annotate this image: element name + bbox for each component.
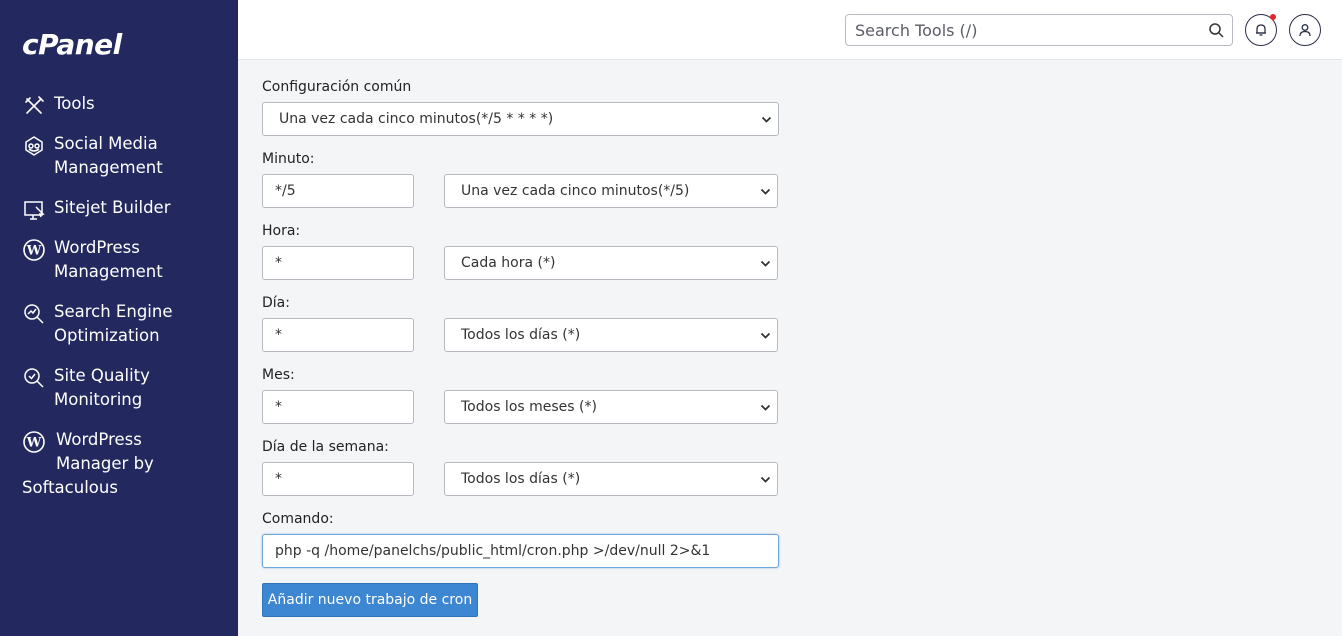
sitejet-icon: [24, 201, 45, 220]
sidebar-item-label: Site Quality: [54, 366, 150, 385]
wordpress-icon: W: [23, 239, 45, 261]
social-media-icon: [25, 136, 43, 156]
minute-label: Minuto:: [262, 151, 315, 167]
search-icon[interactable]: [1208, 22, 1224, 38]
sidebar-item-label: Optimization: [54, 326, 160, 345]
sidebar-item-wordpress-softaculous[interactable]: W WordPress Manager by Softaculous: [0, 428, 238, 500]
sidebar-item-label: Softaculous: [22, 478, 118, 497]
sidebar-item-label: Manager by: [56, 454, 154, 473]
sidebar-item-label: Tools: [54, 94, 95, 113]
sidebar-item-site-quality[interactable]: Site Quality Monitoring: [0, 364, 238, 412]
month-select[interactable]: Todos los meses (*): [444, 390, 778, 424]
common-settings-select[interactable]: Una vez cada cinco minutos(*/5 * * * *): [262, 102, 779, 136]
chevron-down-icon: [760, 404, 771, 411]
search-box: [845, 14, 1233, 46]
day-select[interactable]: Todos los días (*): [444, 318, 778, 352]
sidebar-item-sitejet[interactable]: Sitejet Builder: [0, 196, 238, 220]
weekday-input[interactable]: *: [262, 462, 414, 496]
svg-text:W: W: [26, 436, 42, 451]
day-input[interactable]: *: [262, 318, 414, 352]
weekday-select[interactable]: Todos los días (*): [444, 462, 778, 496]
chevron-down-icon: [761, 116, 772, 123]
svg-text:W: W: [26, 244, 42, 259]
sidebar-item-label: Search Engine: [54, 302, 173, 321]
chevron-down-icon: [760, 260, 771, 267]
hour-input[interactable]: *: [262, 246, 414, 280]
common-settings-label: Configuración común: [262, 79, 412, 95]
select-value: Todos los días (*): [461, 471, 581, 487]
sidebar-item-label: Monitoring: [54, 390, 143, 409]
chevron-down-icon: [760, 476, 771, 483]
notification-badge: [1270, 14, 1276, 20]
command-label: Comando:: [262, 511, 334, 527]
sidebar: cPanel Tools Social Media Management Sit…: [0, 0, 238, 636]
sidebar-item-label: Management: [54, 158, 163, 177]
select-value: Una vez cada cinco minutos(*/5 * * * *): [279, 111, 554, 127]
minute-input[interactable]: */5: [262, 174, 414, 208]
sidebar-item-label: Sitejet Builder: [54, 198, 171, 217]
user-icon: [1299, 24, 1311, 37]
weekday-label: Día de la semana:: [262, 439, 389, 455]
bell-icon: [1256, 24, 1266, 36]
cpanel-logo[interactable]: cPanel: [22, 28, 122, 61]
select-value: Todos los meses (*): [461, 399, 597, 415]
sidebar-item-wordpress[interactable]: W WordPress Management: [0, 236, 238, 284]
sidebar-item-label: WordPress: [54, 238, 140, 257]
sidebar-item-label: Social Media: [54, 134, 158, 153]
sidebar-nav: Tools Social Media Management Sitejet Bu…: [0, 92, 238, 516]
seo-icon: [24, 304, 44, 324]
select-value: Una vez cada cinco minutos(*/5): [461, 183, 690, 199]
sidebar-item-tools[interactable]: Tools: [0, 92, 238, 116]
top-header: [238, 0, 1342, 60]
minute-select[interactable]: Una vez cada cinco minutos(*/5): [444, 174, 778, 208]
sidebar-item-label: WordPress: [56, 430, 142, 449]
select-value: Cada hora (*): [461, 255, 556, 271]
sidebar-item-seo[interactable]: Search Engine Optimization: [0, 300, 238, 348]
chevron-down-icon: [760, 332, 771, 339]
day-label: Día:: [262, 295, 290, 311]
wordpress-icon: W: [23, 431, 45, 453]
tools-icon: [25, 96, 44, 114]
chevron-down-icon: [760, 188, 771, 195]
command-input[interactable]: php -q /home/panelchs/public_html/cron.p…: [262, 534, 779, 568]
select-value: Todos los días (*): [461, 327, 581, 343]
hour-select[interactable]: Cada hora (*): [444, 246, 778, 280]
month-label: Mes:: [262, 367, 295, 383]
search-input[interactable]: [846, 15, 1186, 45]
sidebar-item-label: Management: [54, 262, 163, 281]
month-input[interactable]: *: [262, 390, 414, 424]
sidebar-item-social-media[interactable]: Social Media Management: [0, 132, 238, 180]
site-quality-icon: [24, 368, 44, 388]
notifications-button[interactable]: [1245, 14, 1277, 46]
hour-label: Hora:: [262, 223, 301, 239]
add-cron-job-button[interactable]: Añadir nuevo trabajo de cron: [262, 583, 478, 617]
user-menu-button[interactable]: [1289, 14, 1321, 46]
